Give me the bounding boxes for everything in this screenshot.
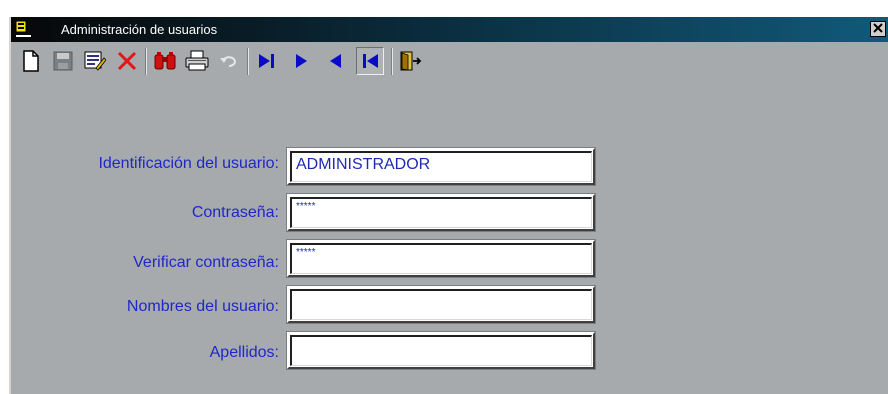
password-value: ***** bbox=[296, 201, 316, 212]
last-record-button[interactable] bbox=[253, 47, 281, 75]
exit-button[interactable] bbox=[397, 47, 425, 75]
password-label: Contraseña: bbox=[191, 204, 279, 221]
user-id-value: ADMINISTRADOR bbox=[296, 156, 431, 173]
surnames-field[interactable] bbox=[286, 331, 596, 370]
next-record-icon bbox=[290, 50, 312, 72]
user-names-field[interactable] bbox=[286, 285, 596, 324]
edit-button[interactable] bbox=[81, 47, 109, 75]
close-icon bbox=[873, 20, 883, 38]
user-id-label: Identificación del usuario: bbox=[98, 155, 279, 172]
undo-button[interactable] bbox=[215, 47, 243, 75]
last-record-icon bbox=[256, 50, 278, 72]
edit-form-icon bbox=[84, 50, 106, 72]
undo-icon bbox=[219, 53, 239, 69]
toolbar-separator bbox=[247, 48, 249, 75]
verify-password-field[interactable]: ***** bbox=[286, 239, 596, 278]
print-button[interactable] bbox=[183, 47, 211, 75]
new-record-button[interactable] bbox=[17, 47, 45, 75]
close-button[interactable] bbox=[870, 21, 886, 37]
user-id-field[interactable]: ADMINISTRADOR bbox=[286, 147, 596, 186]
previous-record-icon bbox=[325, 50, 347, 72]
previous-record-button[interactable] bbox=[322, 47, 350, 75]
next-record-button[interactable] bbox=[287, 47, 315, 75]
printer-icon bbox=[185, 50, 209, 72]
find-button[interactable] bbox=[151, 47, 179, 75]
delete-x-icon bbox=[116, 50, 138, 72]
first-record-button[interactable] bbox=[356, 47, 384, 75]
user-names-label: Nombres del usuario: bbox=[126, 298, 279, 315]
verify-password-label: Verificar contraseña: bbox=[133, 254, 279, 271]
window-title: Administración de usuarios bbox=[61, 22, 218, 37]
binoculars-icon bbox=[153, 51, 177, 71]
delete-button[interactable] bbox=[113, 47, 141, 75]
toolbar bbox=[11, 42, 888, 80]
save-disk-icon bbox=[53, 51, 73, 71]
exit-door-icon bbox=[399, 50, 423, 72]
app-icon bbox=[15, 20, 32, 38]
toolbar-separator bbox=[145, 48, 147, 75]
user-admin-window: Administración de usuarios Identificació… bbox=[9, 17, 888, 394]
verify-password-value: ***** bbox=[296, 247, 316, 258]
title-bar[interactable]: Administración de usuarios bbox=[11, 17, 888, 42]
toolbar-separator bbox=[391, 48, 393, 75]
new-document-icon bbox=[22, 50, 40, 72]
password-field[interactable]: ***** bbox=[286, 193, 596, 232]
save-button[interactable] bbox=[49, 47, 77, 75]
surnames-label: Apellidos: bbox=[209, 344, 279, 361]
first-record-icon bbox=[359, 50, 381, 72]
